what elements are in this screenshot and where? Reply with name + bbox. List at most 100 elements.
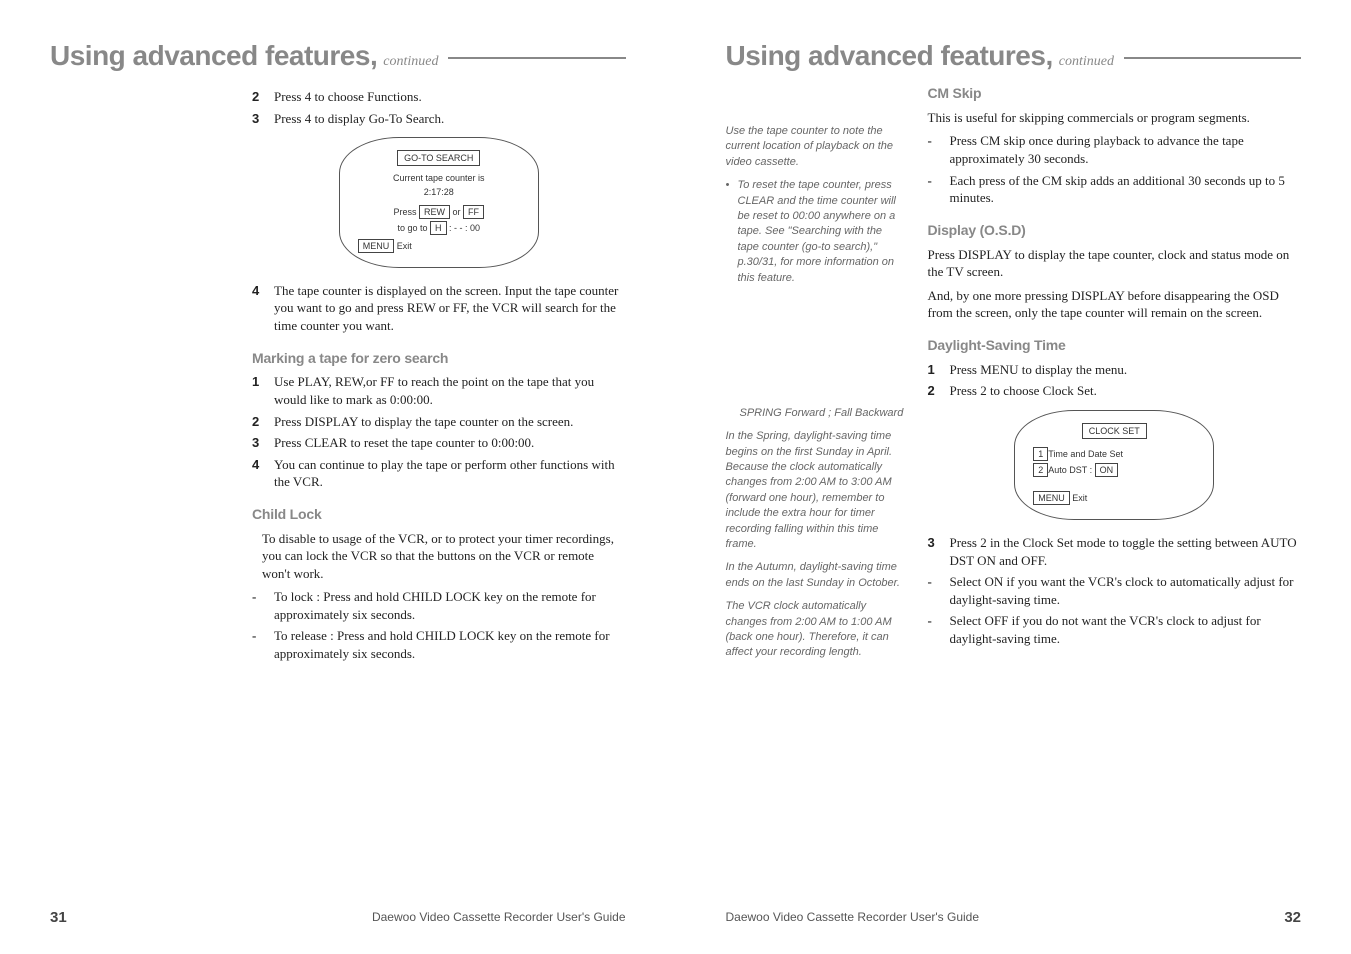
step-number: 2	[928, 382, 950, 400]
step-text: Press MENU to display the menu.	[950, 361, 1302, 379]
step-number: 4	[252, 456, 274, 491]
main-column: 2 Press 4 to choose Functions. 3 Press 4…	[252, 84, 626, 924]
osd-text: to go to	[397, 223, 430, 233]
osd-text: Exit	[394, 241, 412, 251]
step-item: 3Press CLEAR to reset the tape counter t…	[252, 434, 626, 452]
osd-key: FF	[463, 205, 484, 219]
osd-text: Auto DST :	[1048, 465, 1094, 475]
side-note: In the Spring, daylight-saving time begi…	[726, 429, 906, 552]
osd-line: 1Time and Date Set	[1033, 447, 1195, 461]
columns: 2 Press 4 to choose Functions. 3 Press 4…	[50, 84, 626, 924]
step-text: Press 4 to choose Functions.	[274, 88, 626, 106]
step-item: 4You can continue to play the tape or pe…	[252, 456, 626, 491]
step-text: Press DISPLAY to display the tape counte…	[274, 413, 626, 431]
side-note: To reset the tape counter, press CLEAR a…	[738, 178, 906, 286]
osd-goto-search: GO-TO SEARCH Current tape counter is 2:1…	[339, 137, 539, 268]
osd-line: Press REW or FF	[358, 205, 520, 219]
step-item: 2Press 2 to choose Clock Set.	[928, 382, 1302, 400]
osd-key: 1	[1033, 447, 1048, 461]
title-row: Using advanced features, continued	[726, 40, 1302, 72]
step-text: Press 2 in the Clock Set mode to toggle …	[950, 534, 1302, 569]
osd-key: MENU	[1033, 491, 1070, 505]
side-column: Use the tape counter to note the current…	[726, 84, 906, 924]
continued-label: continued	[1059, 54, 1114, 70]
step-number: 3	[252, 110, 274, 128]
dash-item: -To release : Press and hold CHILD LOCK …	[252, 627, 626, 662]
dash-bullet: -	[252, 627, 274, 662]
page-32: Using advanced features, continued Use t…	[676, 0, 1351, 954]
osd-header: CLOCK SET	[1082, 423, 1147, 439]
subheading-childlock: Child Lock	[252, 505, 626, 524]
subheading-marking: Marking a tape for zero search	[252, 349, 626, 368]
subheading-cmskip: CM Skip	[928, 84, 1302, 103]
osd-text: : - - : 00	[447, 223, 481, 233]
step-item: 3Press 2 in the Clock Set mode to toggle…	[928, 534, 1302, 569]
dash-text: Select OFF if you do not want the VCR's …	[950, 612, 1302, 647]
title-rule	[448, 57, 625, 59]
osd-line: 2Auto DST : ON	[1033, 463, 1195, 477]
dash-text: Press CM skip once during playback to ad…	[950, 132, 1302, 167]
osd-line: MENU Exit	[358, 239, 520, 253]
dash-item: -Select OFF if you do not want the VCR's…	[928, 612, 1302, 647]
dash-text: Each press of the CM skip adds an additi…	[950, 172, 1302, 207]
step-item: 3 Press 4 to display Go-To Search.	[252, 110, 626, 128]
page-number: 31	[50, 909, 67, 926]
dash-bullet: -	[928, 172, 950, 207]
cmskip-intro: This is useful for skipping commercials …	[928, 109, 1302, 127]
step-text: Use PLAY, REW,or FF to reach the point o…	[274, 373, 626, 408]
dash-text: Select ON if you want the VCR's clock to…	[950, 573, 1302, 608]
step-text: The tape counter is displayed on the scr…	[274, 282, 626, 335]
step-number: 2	[252, 413, 274, 431]
step-item: 1Press MENU to display the menu.	[928, 361, 1302, 379]
osd-key: ON	[1095, 463, 1119, 477]
osd-line: 2:17:28	[358, 186, 520, 198]
osd-text: Exit	[1070, 493, 1088, 503]
dash-text: To release : Press and hold CHILD LOCK k…	[274, 627, 626, 662]
side-subhead: SPRING Forward ; Fall Backward	[726, 406, 906, 421]
osd-line: Current tape counter is	[358, 172, 520, 184]
subheading-dst: Daylight-Saving Time	[928, 336, 1302, 355]
step-number: 3	[252, 434, 274, 452]
step-number: 1	[928, 361, 950, 379]
osd-clockset: CLOCK SET 1Time and Date Set 2Auto DST :…	[1014, 410, 1214, 521]
osd-text: or	[450, 207, 463, 217]
side-column	[50, 84, 230, 924]
dash-bullet: -	[252, 588, 274, 623]
osd-header: GO-TO SEARCH	[397, 150, 480, 166]
dash-item: -Press CM skip once during playback to a…	[928, 132, 1302, 167]
main-column: CM Skip This is useful for skipping comm…	[928, 84, 1302, 924]
step-number: 3	[928, 534, 950, 569]
page-title: Using advanced features,	[50, 40, 377, 72]
side-note: The VCR clock automatically changes from…	[726, 599, 906, 661]
title-row: Using advanced features, continued	[50, 40, 626, 72]
dash-text: To lock : Press and hold CHILD LOCK key …	[274, 588, 626, 623]
osd-text: Time and Date Set	[1048, 449, 1123, 459]
page-title: Using advanced features,	[726, 40, 1053, 72]
step-item: 2Press DISPLAY to display the tape count…	[252, 413, 626, 431]
side-note: In the Autumn, daylight-saving time ends…	[726, 560, 906, 591]
columns: Use the tape counter to note the current…	[726, 84, 1302, 924]
osd-key: MENU	[358, 239, 395, 253]
footer-text: Daewoo Video Cassette Recorder User's Gu…	[372, 910, 626, 924]
side-note: Use the tape counter to note the current…	[726, 124, 906, 170]
step-number: 4	[252, 282, 274, 335]
dash-bullet: -	[928, 573, 950, 608]
title-rule	[1124, 57, 1301, 59]
childlock-intro: To disable to usage of the VCR, or to pr…	[252, 530, 626, 583]
dash-item: -Select ON if you want the VCR's clock t…	[928, 573, 1302, 608]
dash-bullet: -	[928, 132, 950, 167]
step-text: You can continue to play the tape or per…	[274, 456, 626, 491]
osd-key: H	[430, 221, 447, 235]
osd-line: MENU Exit	[1033, 491, 1195, 505]
step-text: Press 4 to display Go-To Search.	[274, 110, 626, 128]
page-31: Using advanced features, continued 2 Pre…	[0, 0, 676, 954]
continued-label: continued	[383, 54, 438, 70]
osd-line: to go to H : - - : 00	[358, 221, 520, 235]
page-number: 32	[1284, 909, 1301, 926]
step-number: 1	[252, 373, 274, 408]
dash-bullet: -	[928, 612, 950, 647]
display-text: Press DISPLAY to display the tape counte…	[928, 246, 1302, 281]
osd-key: REW	[419, 205, 450, 219]
step-number: 2	[252, 88, 274, 106]
osd-text: Press	[393, 207, 419, 217]
